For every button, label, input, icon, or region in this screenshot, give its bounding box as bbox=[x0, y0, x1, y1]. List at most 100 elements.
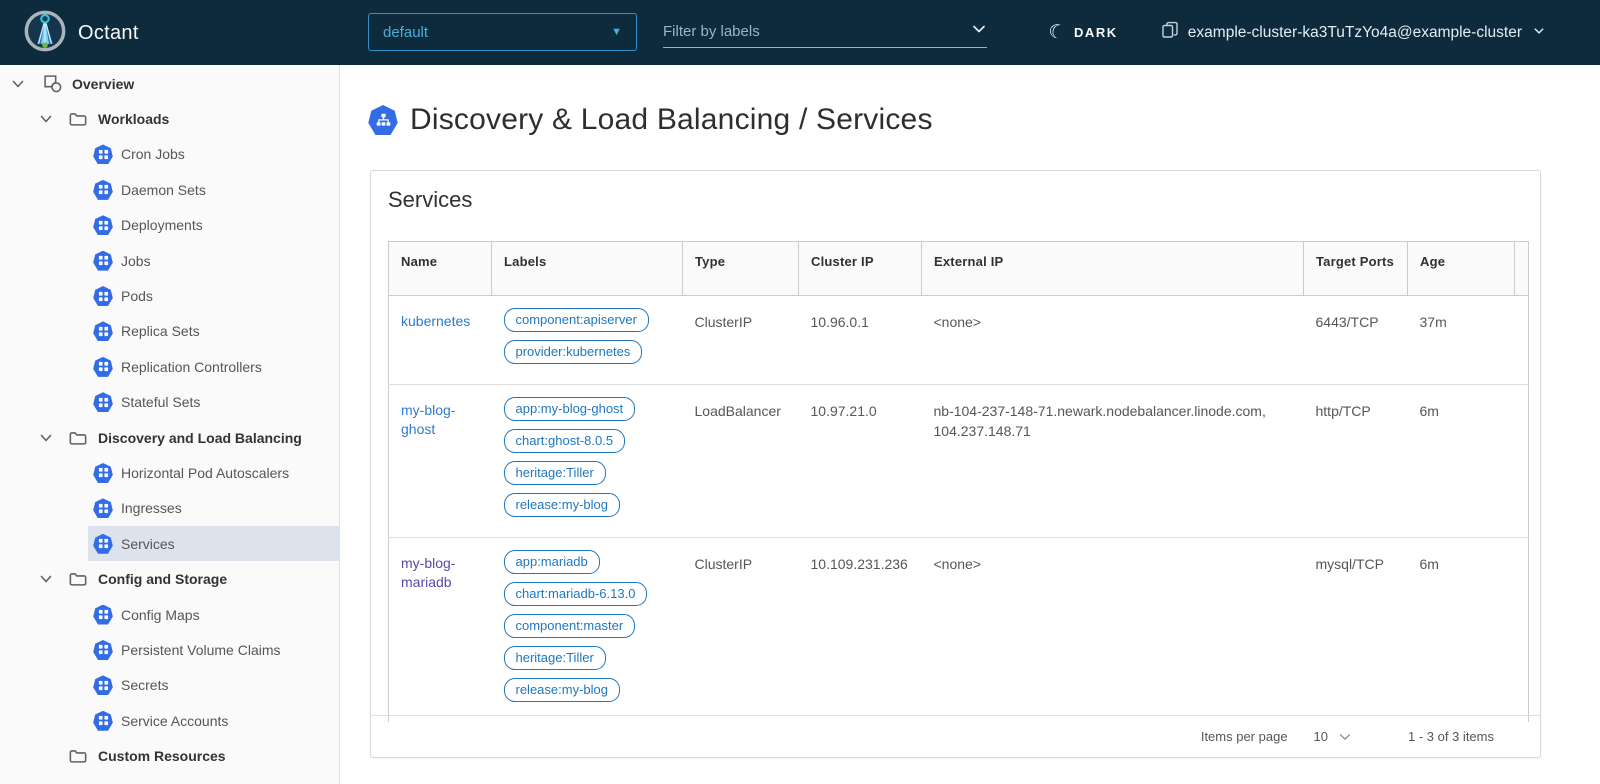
page-title-block: Discovery & Load Balancing / Services bbox=[368, 103, 1600, 137]
sidebar-item-horizontal-pod-autoscalers[interactable]: Horizontal Pod Autoscalers bbox=[88, 455, 339, 490]
cron-jobs-icon bbox=[93, 144, 113, 164]
external-ip-cell: <none> bbox=[934, 308, 982, 332]
target-ports-cell: 6443/TCP bbox=[1316, 308, 1379, 332]
sidebar-item-label: Stateful Sets bbox=[121, 394, 200, 410]
pagination-range: 1 - 3 of 3 items bbox=[1408, 729, 1494, 744]
sidebar-item-label: Daemon Sets bbox=[121, 182, 206, 198]
sidebar-item-cron-jobs[interactable]: Cron Jobs bbox=[88, 137, 339, 172]
sidebar-item-ingresses[interactable]: Ingresses bbox=[88, 491, 339, 526]
replica-sets-icon bbox=[93, 321, 113, 341]
service-link-my-blog-ghost[interactable]: my-blog-ghost bbox=[401, 397, 480, 439]
label-pill-component-apiserver[interactable]: component:apiserver bbox=[504, 308, 649, 332]
sidebar-item-label: Pods bbox=[121, 288, 153, 304]
sidebar-item-config-and-storage[interactable]: Config and Storage bbox=[0, 561, 339, 596]
label-pill-release-my-blog[interactable]: release:my-blog bbox=[504, 678, 621, 702]
column-header-type: Type bbox=[683, 242, 799, 296]
items-per-page-select[interactable]: 10 bbox=[1314, 729, 1352, 744]
cluster-context-label: example-cluster-ka3TuTzYo4a@example-clus… bbox=[1188, 24, 1522, 42]
age-cell: 6m bbox=[1420, 550, 1439, 574]
cluster-context-switcher[interactable]: example-cluster-ka3TuTzYo4a@example-clus… bbox=[1161, 0, 1545, 65]
sidebar-item-replica-sets[interactable]: Replica Sets bbox=[88, 314, 339, 349]
service-link-my-blog-mariadb[interactable]: my-blog-mariadb bbox=[401, 550, 480, 592]
sidebar-item-deployments[interactable]: Deployments bbox=[88, 208, 339, 243]
label-filter-input[interactable]: Filter by labels bbox=[663, 16, 987, 48]
sidebar-item-label: Cron Jobs bbox=[121, 146, 185, 162]
services-icon bbox=[93, 534, 113, 554]
chevron-down-icon[interactable] bbox=[38, 111, 54, 127]
ingresses-icon bbox=[93, 498, 113, 518]
service-link-kubernetes[interactable]: kubernetes bbox=[401, 308, 470, 331]
labels-cell: app:my-blog-ghost chart:ghost-8.0.5 herita… bbox=[492, 385, 683, 538]
caret-down-icon: ▼ bbox=[611, 26, 622, 38]
theme-toggle-label: DARK bbox=[1074, 25, 1118, 40]
page-title: Discovery & Load Balancing / Services bbox=[410, 103, 933, 137]
sidebar-item-services[interactable]: Services bbox=[88, 526, 339, 561]
secrets-icon bbox=[93, 675, 113, 695]
services-card: Services NameLabelsTypeCluster IPExterna… bbox=[370, 170, 1541, 758]
sidebar-item-stateful-sets[interactable]: Stateful Sets bbox=[88, 385, 339, 420]
namespace-select[interactable]: default ▼ bbox=[368, 13, 637, 51]
label-pill-app-my-blog-ghost[interactable]: app:my-blog-ghost bbox=[504, 397, 636, 421]
services-table: NameLabelsTypeCluster IPExternal IPTarge… bbox=[388, 241, 1529, 722]
table-body: kubernetes component:apiserver provider:k… bbox=[389, 296, 1529, 723]
label-pill-heritage-tiller[interactable]: heritage:Tiller bbox=[504, 646, 606, 670]
chevron-down-icon[interactable] bbox=[38, 571, 54, 587]
table-row: my-blog-ghost app:my-blog-ghost chart:gho… bbox=[389, 385, 1529, 538]
horizontal-pod-autoscalers-icon bbox=[93, 463, 113, 483]
replication-controllers-icon bbox=[93, 357, 113, 377]
octant-logo-icon bbox=[24, 10, 66, 57]
cluster-ip-cell: 10.96.0.1 bbox=[811, 308, 869, 332]
chevron-down-icon[interactable] bbox=[38, 430, 54, 446]
table-row: my-blog-mariadb app:mariadb chart:mariadb… bbox=[389, 538, 1529, 723]
column-header-age: Age bbox=[1408, 242, 1515, 296]
sidebar-item-custom-resources[interactable]: Custom Resources bbox=[0, 738, 339, 773]
config-maps-icon bbox=[93, 605, 113, 625]
stateful-sets-icon bbox=[93, 392, 113, 412]
sidebar-item-workloads[interactable]: Workloads bbox=[0, 101, 339, 136]
app-title: Octant bbox=[78, 22, 139, 45]
theme-toggle-button[interactable]: ☾ DARK bbox=[1048, 0, 1118, 65]
sidebar-item-label: Custom Resources bbox=[98, 748, 226, 764]
sidebar-item-label: Persistent Volume Claims bbox=[121, 642, 281, 658]
label-pill-heritage-tiller[interactable]: heritage:Tiller bbox=[504, 461, 606, 485]
label-pill-release-my-blog[interactable]: release:my-blog bbox=[504, 493, 621, 517]
label-pill-app-mariadb[interactable]: app:mariadb bbox=[504, 550, 600, 574]
external-ip-cell: nb-104-237-148-71.newark.nodebalancer.li… bbox=[934, 397, 1292, 442]
sidebar-item-pods[interactable]: Pods bbox=[88, 278, 339, 313]
pods-icon bbox=[93, 286, 113, 306]
label-pill-component-master[interactable]: component:master bbox=[504, 614, 636, 638]
sidebar-item-label: Replica Sets bbox=[121, 323, 200, 339]
sidebar-item-label: Jobs bbox=[121, 253, 151, 269]
target-ports-cell: mysql/TCP bbox=[1316, 550, 1384, 574]
sidebar-item-service-accounts[interactable]: Service Accounts bbox=[88, 703, 339, 738]
jobs-icon bbox=[93, 251, 113, 271]
table-row: kubernetes component:apiserver provider:k… bbox=[389, 296, 1529, 385]
sidebar-item-daemon-sets[interactable]: Daemon Sets bbox=[88, 172, 339, 207]
sidebar-item-secrets[interactable]: Secrets bbox=[88, 668, 339, 703]
namespace-selected-value: default bbox=[383, 24, 428, 41]
cluster-ip-cell: 10.97.21.0 bbox=[811, 397, 877, 421]
age-cell: 6m bbox=[1420, 397, 1439, 421]
sidebar-tree: Overview Worklo bbox=[0, 66, 339, 774]
sidebar-item-label: Config and Storage bbox=[98, 571, 227, 587]
sidebar-item-persistent-volume-claims[interactable]: Persistent Volume Claims bbox=[88, 632, 339, 667]
type-cell: LoadBalancer bbox=[695, 397, 781, 421]
sidebar-item-config-maps[interactable]: Config Maps bbox=[88, 597, 339, 632]
external-ip-cell: <none> bbox=[934, 550, 982, 574]
label-pill-provider-kubernetes[interactable]: provider:kubernetes bbox=[504, 340, 643, 364]
sidebar-item-label: Config Maps bbox=[121, 607, 200, 623]
sidebar-item-jobs[interactable]: Jobs bbox=[88, 243, 339, 278]
chevron-down-icon[interactable] bbox=[10, 76, 26, 92]
folder-icon bbox=[68, 569, 88, 589]
sidebar-item-replication-controllers[interactable]: Replication Controllers bbox=[88, 349, 339, 384]
label-pill-chart-mariadb-6-13-0[interactable]: chart:mariadb-6.13.0 bbox=[504, 582, 648, 606]
sidebar-item-overview[interactable]: Overview bbox=[0, 66, 339, 101]
daemon-sets-icon bbox=[93, 180, 113, 200]
sidebar-item-label: Deployments bbox=[121, 217, 203, 233]
type-cell: ClusterIP bbox=[695, 550, 753, 574]
deployments-icon bbox=[93, 215, 113, 235]
sidebar-item-label: Overview bbox=[72, 76, 134, 92]
label-pill-chart-ghost-8-0-5[interactable]: chart:ghost-8.0.5 bbox=[504, 429, 626, 453]
sidebar-item-discovery-and-load-balancing[interactable]: Discovery and Load Balancing bbox=[0, 420, 339, 455]
chevron-down-icon bbox=[971, 21, 987, 42]
